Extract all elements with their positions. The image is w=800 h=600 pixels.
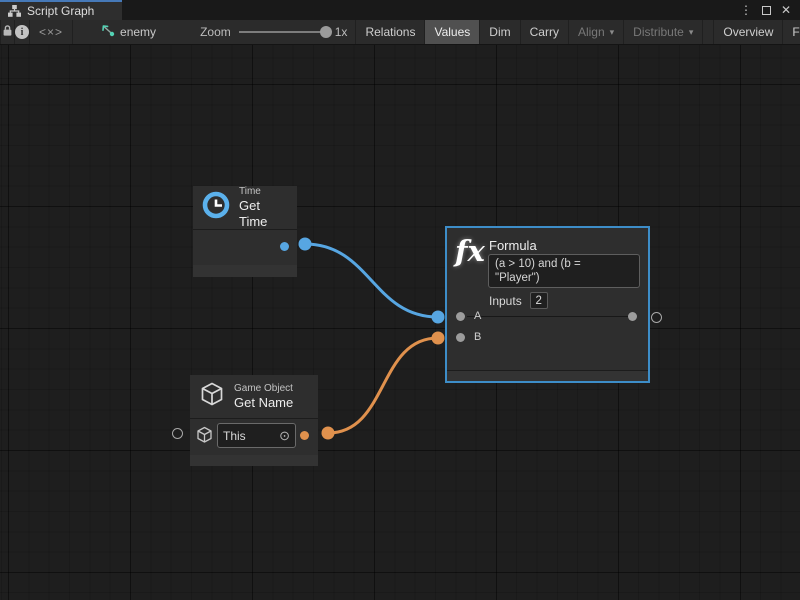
window-menu-icon[interactable]: ⋮: [738, 2, 754, 18]
tab-title: Script Graph: [27, 4, 94, 18]
lock-icon: [1, 24, 14, 40]
wire-getname-to-formula-b[interactable]: [328, 338, 438, 433]
graph-canvas[interactable]: Time Get Time fx Formula (a > 10) and (b…: [0, 45, 800, 600]
output-ring-port[interactable]: [651, 312, 662, 323]
lock-button[interactable]: [0, 20, 15, 44]
wire-endpoint[interactable]: [432, 311, 445, 324]
window-controls: ⋮ ✕: [738, 0, 800, 20]
node-category: Time: [239, 186, 287, 198]
target-value: This: [223, 429, 246, 443]
node-footer: [447, 370, 648, 381]
formula-expression-input[interactable]: (a > 10) and (b = "Player"): [488, 254, 640, 288]
full-screen-button[interactable]: Full Screen: [783, 20, 800, 44]
chevron-down-icon: ▾: [610, 27, 615, 38]
relations-button[interactable]: Relations: [355, 20, 425, 44]
input-port-b[interactable]: [456, 333, 465, 342]
node-header: Game Object Get Name: [190, 375, 318, 418]
node-footer: [190, 455, 318, 466]
zoom-slider-handle[interactable]: [320, 26, 332, 38]
wire-endpoint[interactable]: [322, 427, 335, 440]
output-port-result[interactable]: [628, 312, 637, 321]
node-get-name[interactable]: Game Object Get Name This ⊙: [190, 375, 318, 466]
wire-gettime-to-formula-a[interactable]: [305, 244, 438, 317]
toolbar-buttons: Relations Values Dim Carry Align ▾ Distr…: [355, 20, 800, 44]
node-get-time[interactable]: Time Get Time: [193, 186, 297, 277]
wire-endpoint[interactable]: [432, 332, 445, 345]
input-port-a[interactable]: [456, 312, 465, 321]
zoom-label: Zoom: [200, 25, 231, 39]
output-port-name[interactable]: [300, 431, 309, 440]
target-object-field[interactable]: This ⊙: [217, 423, 296, 448]
node-title: Formula: [489, 238, 537, 254]
script-graph-window: Script Graph ⋮ ✕ i <×>: [0, 0, 800, 600]
maximize-icon[interactable]: [758, 2, 774, 18]
node-title: Get Time: [239, 198, 287, 230]
close-icon[interactable]: ✕: [778, 2, 794, 18]
script-graph-asset-icon: [101, 24, 115, 40]
zoom-value: 1x: [335, 25, 348, 39]
graph-name: enemy: [120, 25, 156, 39]
tab-script-graph[interactable]: Script Graph: [0, 0, 122, 20]
cube-icon: [198, 380, 226, 413]
graph-toolbar: i <×> enemy Zoom 1x Relations: [0, 20, 800, 45]
wire-endpoint[interactable]: [299, 238, 312, 251]
node-body: This ⊙: [190, 418, 318, 451]
edit-source-button[interactable]: <×>: [30, 20, 73, 44]
inputs-row: Inputs 2: [489, 292, 548, 309]
node-body: [193, 229, 297, 261]
chevron-down-icon: ▾: [689, 27, 694, 38]
node-category: Game Object: [234, 383, 293, 395]
info-icon: i: [15, 25, 29, 39]
object-picker-icon[interactable]: ⊙: [279, 429, 290, 442]
overview-button[interactable]: Overview: [713, 20, 783, 44]
cube-icon-small: [196, 426, 213, 449]
code-brackets-icon: <×>: [39, 25, 63, 39]
port-a-label: A: [474, 310, 481, 322]
port-b-label: B: [474, 331, 481, 343]
graph-hierarchy-icon: [8, 5, 21, 17]
inputs-count-input[interactable]: 2: [530, 292, 548, 309]
input-ring-port[interactable]: [172, 428, 183, 439]
node-header: Time Get Time: [193, 186, 297, 229]
tab-bar: Script Graph ⋮ ✕: [0, 0, 800, 20]
zoom-control: Zoom 1x: [166, 20, 355, 44]
align-dropdown[interactable]: Align ▾: [569, 20, 624, 44]
relation-line: [467, 316, 633, 317]
graph-breadcrumb[interactable]: enemy: [91, 20, 166, 44]
wires-layer: [0, 45, 800, 600]
node-formula[interactable]: fx Formula (a > 10) and (b = "Player") I…: [445, 226, 650, 383]
distribute-dropdown[interactable]: Distribute ▾: [624, 20, 703, 44]
clock-icon: [201, 190, 231, 225]
node-footer: [193, 265, 297, 277]
info-button[interactable]: i: [15, 20, 30, 44]
inputs-label: Inputs: [489, 294, 522, 308]
carry-button[interactable]: Carry: [521, 20, 569, 44]
node-title: Get Name: [234, 395, 293, 411]
output-port-time[interactable]: [280, 242, 289, 251]
dim-button[interactable]: Dim: [480, 20, 520, 44]
zoom-slider[interactable]: [239, 31, 327, 33]
values-button[interactable]: Values: [425, 20, 480, 44]
fx-icon: fx: [455, 236, 485, 266]
